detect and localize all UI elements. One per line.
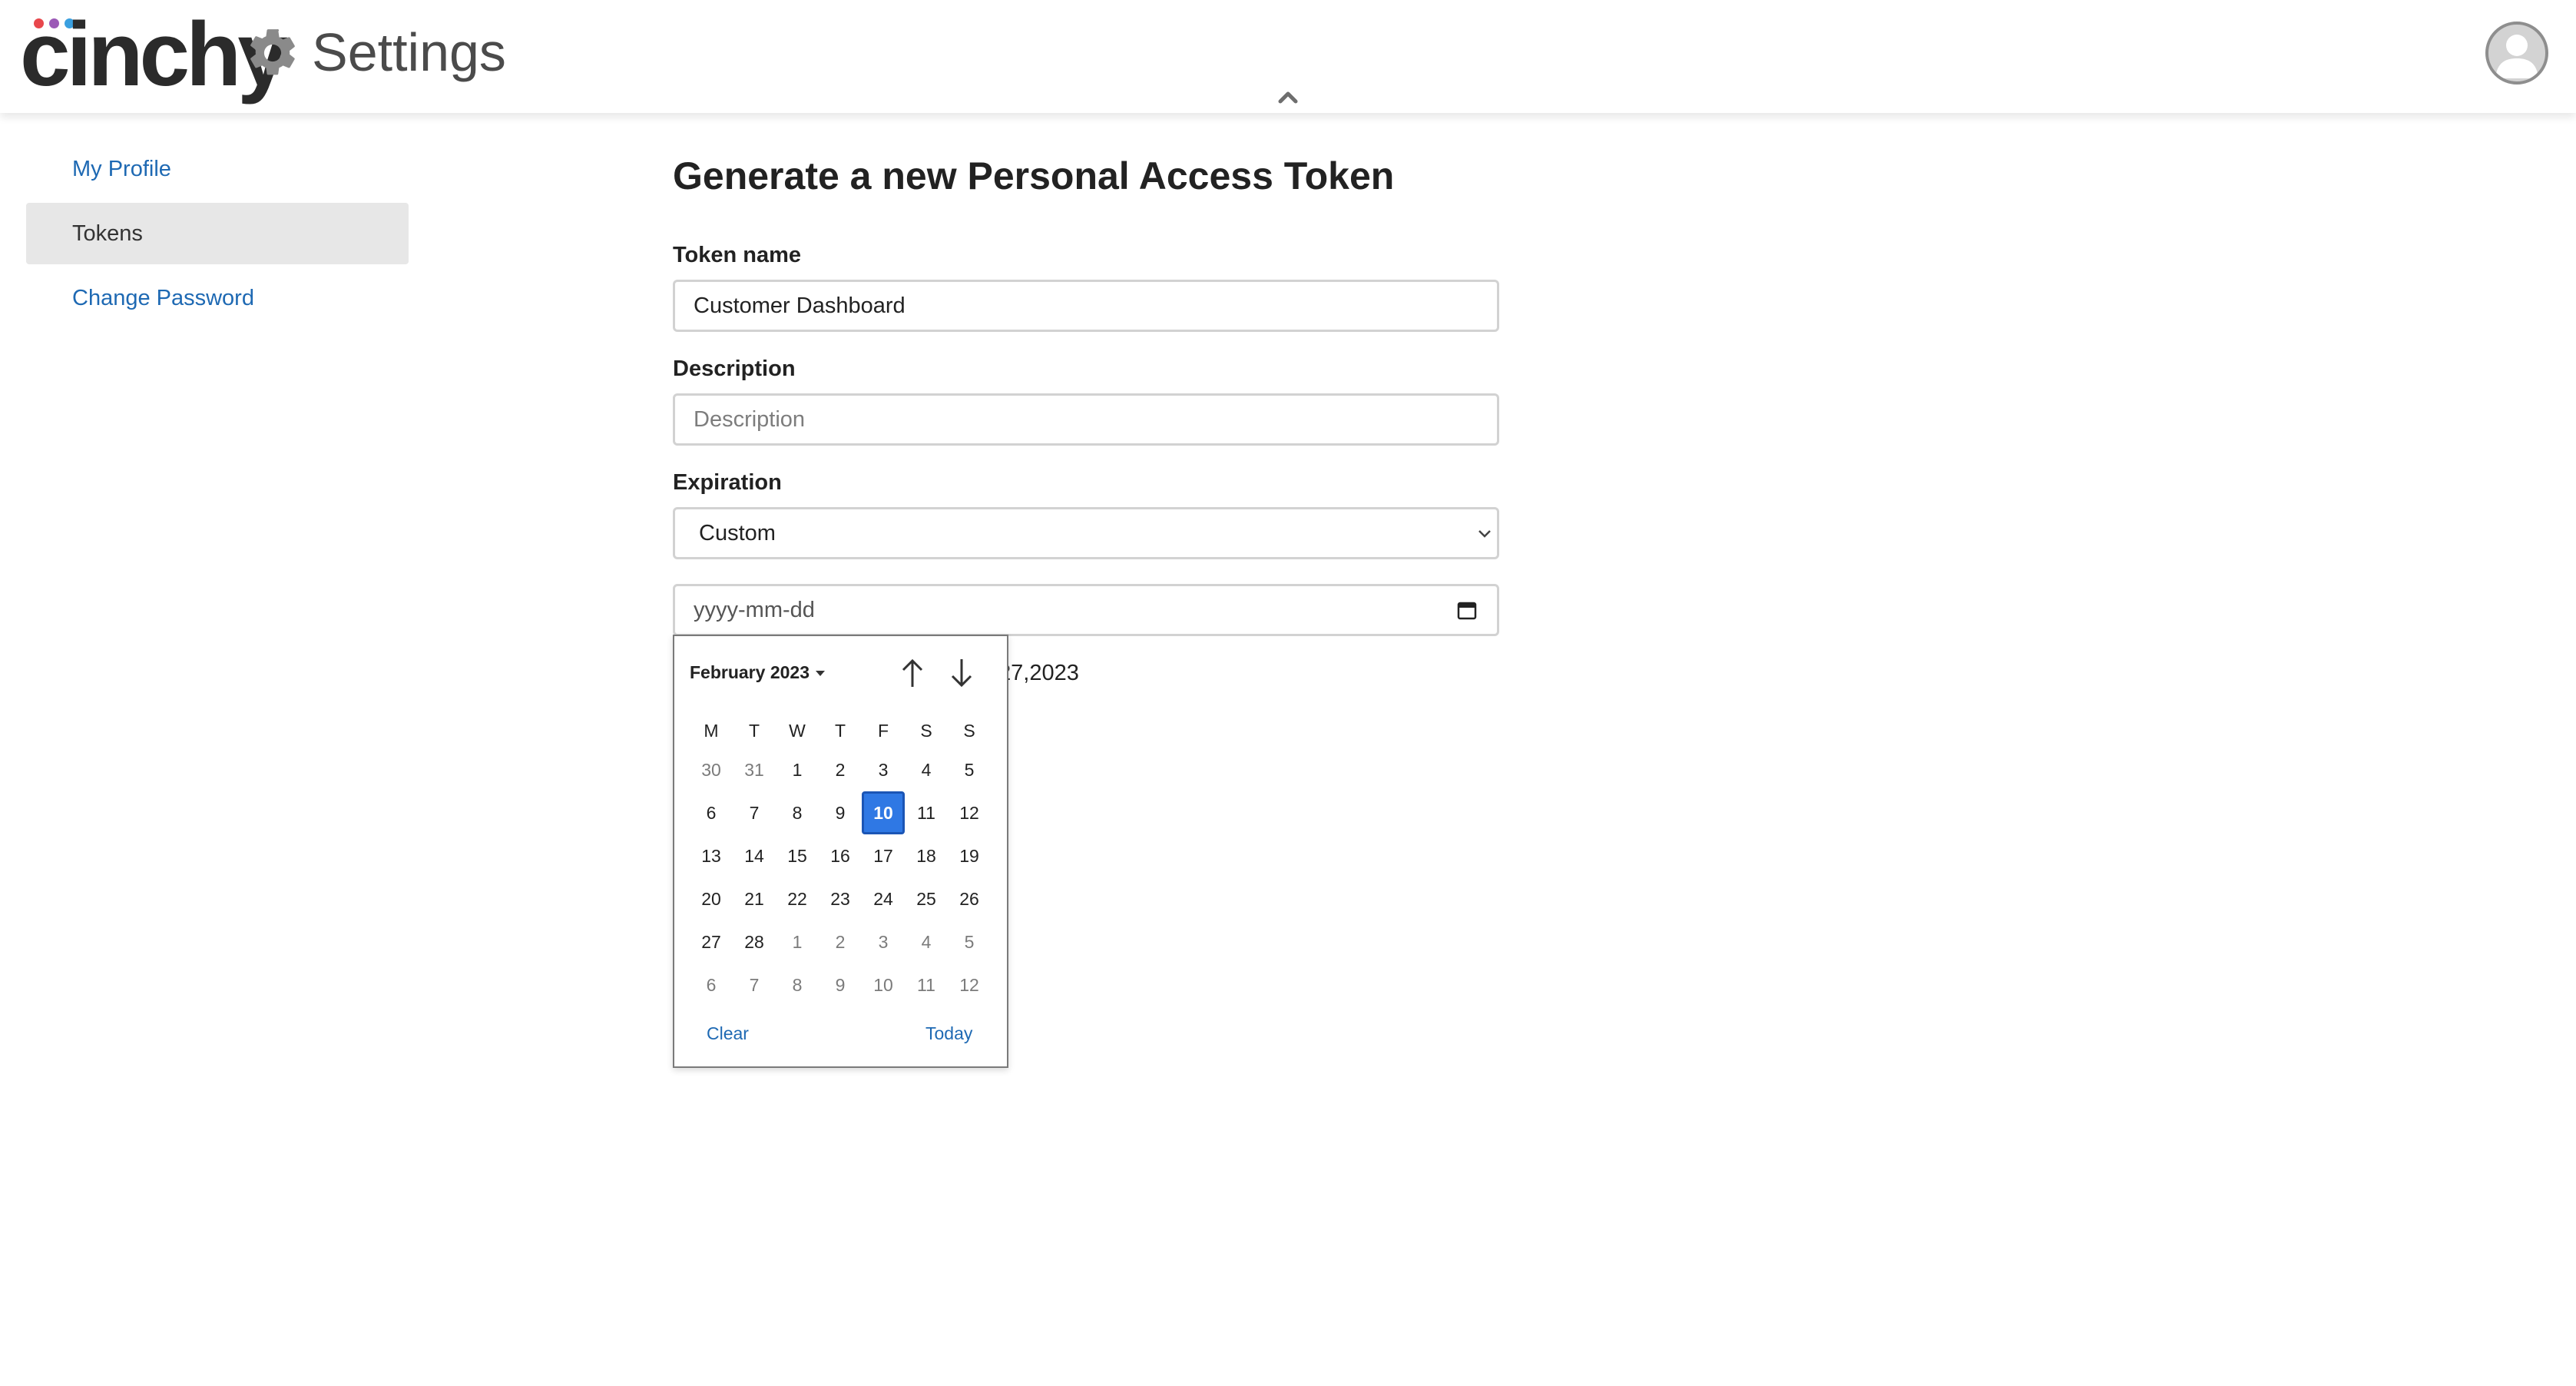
calendar-week: 30 31 1 2 3 4 5 bbox=[690, 748, 991, 791]
calendar-week: 6 7 8 9 10 11 12 bbox=[690, 963, 991, 1006]
calendar-day[interactable]: 9 bbox=[819, 791, 862, 834]
calendar-day[interactable]: 22 bbox=[776, 877, 819, 920]
expiration-select[interactable]: Custom bbox=[673, 507, 1499, 559]
calendar-day[interactable]: 19 bbox=[948, 834, 991, 877]
calendar-day[interactable]: 11 bbox=[905, 963, 948, 1006]
calendar-day[interactable]: 4 bbox=[905, 748, 948, 791]
calendar-day[interactable]: 2 bbox=[819, 920, 862, 963]
calendar-day[interactable]: 20 bbox=[690, 877, 733, 920]
chevron-up-icon[interactable] bbox=[1275, 88, 1301, 106]
arrow-up-icon[interactable] bbox=[899, 656, 926, 690]
expiry-note: 27,2023 bbox=[998, 661, 1079, 685]
expiration-date-input[interactable]: yyyy-mm-dd bbox=[673, 584, 1499, 636]
month-year-selector[interactable]: February 2023 bbox=[690, 662, 825, 683]
calendar-day[interactable]: 28 bbox=[733, 920, 776, 963]
calendar-day[interactable]: 14 bbox=[733, 834, 776, 877]
arrow-down-icon[interactable] bbox=[948, 656, 975, 690]
calendar-grid: M T W T F S S 30 31 1 2 3 4 5 6 7 8 9 10 11 12 13 14 15 1… bbox=[690, 713, 991, 1006]
calendar-day-selected[interactable]: 10 bbox=[862, 791, 905, 834]
sidebar-item-my-profile[interactable]: My Profile bbox=[26, 138, 409, 200]
calendar-day[interactable]: 7 bbox=[733, 963, 776, 1006]
weekday-label: S bbox=[920, 720, 932, 741]
calendar-day[interactable]: 10 bbox=[862, 963, 905, 1006]
date-placeholder: yyyy-mm-dd bbox=[694, 598, 815, 622]
description-label: Description bbox=[673, 356, 796, 381]
calendar-day[interactable]: 1 bbox=[776, 920, 819, 963]
calendar-day[interactable]: 23 bbox=[819, 877, 862, 920]
calendar-day[interactable]: 15 bbox=[776, 834, 819, 877]
calendar-day[interactable]: 11 bbox=[905, 791, 948, 834]
calendar-day[interactable]: 24 bbox=[862, 877, 905, 920]
calendar-day[interactable]: 7 bbox=[733, 791, 776, 834]
calendar-day[interactable]: 30 bbox=[690, 748, 733, 791]
calendar-day[interactable]: 8 bbox=[776, 963, 819, 1006]
weekday-label: T bbox=[834, 720, 846, 741]
calendar-week: 20 21 22 23 24 25 26 bbox=[690, 877, 991, 920]
page-title: Generate a new Personal Access Token bbox=[673, 154, 1395, 197]
calendar-day[interactable]: 9 bbox=[819, 963, 862, 1006]
token-name-label: Token name bbox=[673, 243, 802, 267]
calendar-day[interactable]: 12 bbox=[948, 963, 991, 1006]
weekday-label: T bbox=[748, 720, 760, 741]
calendar-week: 13 14 15 16 17 18 19 bbox=[690, 834, 991, 877]
description-input[interactable] bbox=[673, 393, 1499, 446]
date-picker-popup: February 2023 M T W T F S S 30 31 1 2 3 4 5 6 7 8… bbox=[673, 635, 1008, 1068]
today-button[interactable]: Today bbox=[925, 1023, 972, 1044]
chevron-down-icon bbox=[1478, 530, 1491, 538]
calendar-week: 6 7 8 9 10 11 12 bbox=[690, 791, 991, 834]
calendar-day[interactable]: 26 bbox=[948, 877, 991, 920]
gear-icon bbox=[250, 28, 295, 75]
calendar-day[interactable]: 13 bbox=[690, 834, 733, 877]
weekday-label: M bbox=[704, 720, 719, 741]
calendar-day[interactable]: 16 bbox=[819, 834, 862, 877]
calendar-day[interactable]: 2 bbox=[819, 748, 862, 791]
calendar-day[interactable]: 3 bbox=[862, 920, 905, 963]
user-avatar-icon[interactable] bbox=[2485, 22, 2548, 85]
weekday-label: F bbox=[877, 720, 889, 741]
calendar-day[interactable]: 31 bbox=[733, 748, 776, 791]
calendar-day[interactable]: 5 bbox=[948, 748, 991, 791]
calendar-day[interactable]: 8 bbox=[776, 791, 819, 834]
calendar-day[interactable]: 12 bbox=[948, 791, 991, 834]
calendar-weeks: 30 31 1 2 3 4 5 6 7 8 9 10 11 12 13 14 15 16 17 18 19 20 21 22 2… bbox=[690, 748, 991, 1006]
weekday-label: W bbox=[789, 720, 806, 741]
calendar-day[interactable]: 25 bbox=[905, 877, 948, 920]
avatar-silhouette bbox=[2495, 35, 2538, 78]
calendar-day[interactable]: 6 bbox=[690, 791, 733, 834]
caret-down-icon bbox=[815, 671, 825, 677]
month-year-label: February 2023 bbox=[690, 662, 810, 682]
calendar-day[interactable]: 6 bbox=[690, 963, 733, 1006]
app-title: Settings bbox=[312, 22, 506, 82]
token-form: Generate a new Personal Access Token Tok… bbox=[673, 148, 1502, 685]
calendar-day[interactable]: 27 bbox=[690, 920, 733, 963]
calendar-day[interactable]: 5 bbox=[948, 920, 991, 963]
calendar-day[interactable]: 17 bbox=[862, 834, 905, 877]
settings-sidebar: My Profile Tokens Change Password bbox=[26, 138, 409, 332]
calendar-day[interactable]: 18 bbox=[905, 834, 948, 877]
expiration-selected-value: Custom bbox=[699, 521, 776, 545]
calendar-day[interactable]: 3 bbox=[862, 748, 905, 791]
calendar-day[interactable]: 1 bbox=[776, 748, 819, 791]
weekday-label: S bbox=[963, 720, 975, 741]
weekday-header: M T W T F S S bbox=[690, 713, 991, 748]
sidebar-item-tokens[interactable]: Tokens bbox=[26, 203, 409, 264]
expiration-label: Expiration bbox=[673, 470, 782, 495]
calendar-day[interactable]: 21 bbox=[733, 877, 776, 920]
app-header: cinchy Settings bbox=[0, 0, 2576, 113]
calendar-day[interactable]: 4 bbox=[905, 920, 948, 963]
sidebar-item-change-password[interactable]: Change Password bbox=[26, 267, 409, 329]
calendar-week: 27 28 1 2 3 4 5 bbox=[690, 920, 991, 963]
token-name-input[interactable] bbox=[673, 280, 1499, 332]
calendar-icon[interactable] bbox=[1457, 600, 1477, 620]
clear-button[interactable]: Clear bbox=[707, 1023, 749, 1044]
